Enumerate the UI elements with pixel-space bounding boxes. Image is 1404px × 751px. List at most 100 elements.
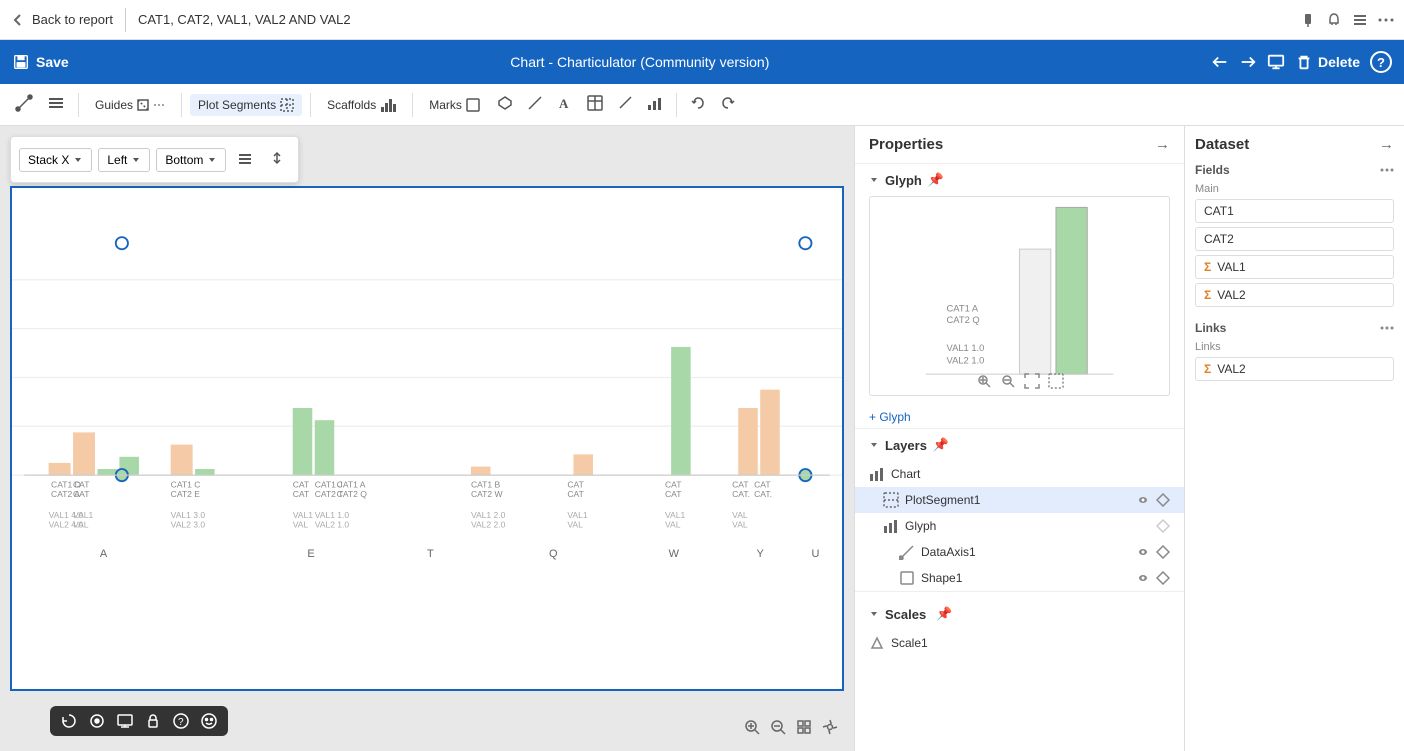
glyph-pin-icon[interactable]: 📌 [928,172,944,188]
data-axis-diamond-icon[interactable] [1156,545,1170,559]
val1-label: VAL1 [1217,260,1245,274]
plot-segment-label: PlotSegment1 [905,493,980,507]
more-icon[interactable] [1378,12,1394,28]
layers-section-title[interactable]: Layers 📌 [855,429,1184,461]
svg-text:VAL1: VAL1 [665,510,685,520]
arrow-left-icon[interactable] [1211,53,1229,71]
field-cat2[interactable]: CAT2 [1195,227,1394,251]
chart-svg: CAT1 D CAT2 A CAT CAT VAL1 4.0 VAL2 4.0 … [12,188,842,689]
marks-label: Marks [429,98,462,112]
field-val2[interactable]: Σ VAL2 [1195,283,1394,307]
dataset-expand-icon[interactable]: → [1379,136,1394,153]
dataset-title: Dataset [1195,136,1249,153]
diagonal-icon-btn[interactable] [522,90,548,119]
pin-icon[interactable] [1300,12,1316,28]
properties-expand-icon[interactable]: → [1155,136,1170,153]
scaffolds-button[interactable]: Scaffolds [319,93,404,117]
bell-icon[interactable] [1326,12,1342,28]
eye-icon[interactable] [1136,493,1150,507]
redo-button[interactable] [715,90,741,119]
draw-icon-btn[interactable] [612,90,638,119]
left-dropdown[interactable]: Left [98,148,150,172]
svg-text:VAL: VAL [665,520,681,530]
zoom-out-icon[interactable] [769,718,787,736]
diamond-icon[interactable] [1156,493,1170,507]
fields-more-icon[interactable] [1380,163,1394,177]
links-val2-label: VAL2 [1217,362,1245,376]
record-icon[interactable] [88,712,106,730]
layer-shape[interactable]: Shape1 [855,565,1184,591]
scale1-item[interactable]: Scale1 [855,630,1184,656]
layer-data-axis[interactable]: DataAxis1 [855,539,1184,565]
svg-text:U: U [811,548,819,560]
scales-pin-icon[interactable]: 📌 [936,606,952,622]
field-cat1[interactable]: CAT1 [1195,199,1394,223]
table-icon-btn[interactable] [582,90,608,119]
cat1-label: CAT1 [1204,204,1234,218]
align-icon-btn[interactable] [232,145,258,174]
svg-text:CAT: CAT [754,479,771,489]
fit-icon[interactable] [795,718,813,736]
glyph-diamond-icon[interactable] [1156,519,1170,533]
guides-button[interactable]: Guides [87,94,173,116]
back-to-report-button[interactable]: Back to report [10,12,113,28]
glyph-zoom-out-icon[interactable] [1000,373,1016,389]
marks-button[interactable]: Marks [421,94,488,116]
separator [125,8,126,32]
lock-icon[interactable] [144,712,162,730]
layer-plot-segment[interactable]: PlotSegment1 [855,487,1184,513]
layer-chart[interactable]: Chart [855,461,1184,487]
sigma-links-icon: Σ [1204,362,1211,376]
shape-eye-icon[interactable] [1136,571,1150,585]
svg-text:VAL1 1.0: VAL1 1.0 [947,343,985,353]
screen-icon[interactable] [116,712,134,730]
layers-pin-icon[interactable]: 📌 [933,437,949,453]
undo-button[interactable] [685,90,711,119]
scales-title[interactable]: Scales 📌 [855,598,1184,630]
monitor-icon[interactable] [1267,53,1285,71]
sort-icon-btn[interactable] [264,145,290,174]
marks-icon [466,98,480,112]
layers-section: Layers 📌 Chart PlotSegment1 Glyph [855,428,1184,591]
field-val1[interactable]: Σ VAL1 [1195,255,1394,279]
svg-text:VAL2 3.0: VAL2 3.0 [171,520,206,530]
add-glyph-button[interactable]: + Glyph [855,406,1184,428]
glyph-section[interactable]: Glyph 📌 [855,164,1184,196]
data-axis-eye-icon[interactable] [1136,545,1150,559]
refresh-icon[interactable] [60,712,78,730]
stack-x-dropdown[interactable]: Stack X [19,148,92,172]
save-button[interactable]: Save [12,53,69,71]
field-links-val2[interactable]: Σ VAL2 [1195,357,1394,381]
question-icon[interactable]: ? [172,712,190,730]
top-bar: Back to report CAT1, CAT2, VAL1, VAL2 AN… [0,0,1404,40]
shape-diamond-icon[interactable] [1156,571,1170,585]
svg-text:Y: Y [757,548,765,560]
svg-text:CAT: CAT [567,489,584,499]
links-more-icon[interactable] [1380,321,1394,335]
scales-chevron-icon [869,609,879,619]
settings-icon[interactable] [821,718,839,736]
zoom-in-icon[interactable] [743,718,761,736]
svg-text:T: T [427,548,434,560]
plot-segments-button[interactable]: Plot Segments [190,94,302,116]
delete-button[interactable]: Delete [1295,53,1360,71]
plot-segments-label: Plot Segments [198,98,276,112]
links-title: Links [1195,321,1394,335]
emoji-icon[interactable] [200,712,218,730]
lines-icon[interactable] [1352,12,1368,28]
stack-x-chevron [73,155,83,165]
layer-glyph[interactable]: Glyph [855,513,1184,539]
line-tool-button[interactable] [10,89,38,120]
list-tool-button[interactable] [42,89,70,120]
polygon-icon-btn[interactable] [492,90,518,119]
help-button[interactable]: ? [1370,51,1392,73]
glyph-zoom-in-icon[interactable] [976,373,992,389]
glyph-fit-icon[interactable] [1024,373,1040,389]
chart-icon-btn[interactable] [642,90,668,119]
text-icon-btn[interactable]: A [552,90,578,119]
arrow-right-icon[interactable] [1239,53,1257,71]
report-title: CAT1, CAT2, VAL1, VAL2 AND VAL2 [138,12,351,27]
bottom-dropdown[interactable]: Bottom [156,148,226,172]
svg-text:VAL2 2.0: VAL2 2.0 [471,520,506,530]
glyph-settings-icon[interactable] [1048,373,1064,389]
